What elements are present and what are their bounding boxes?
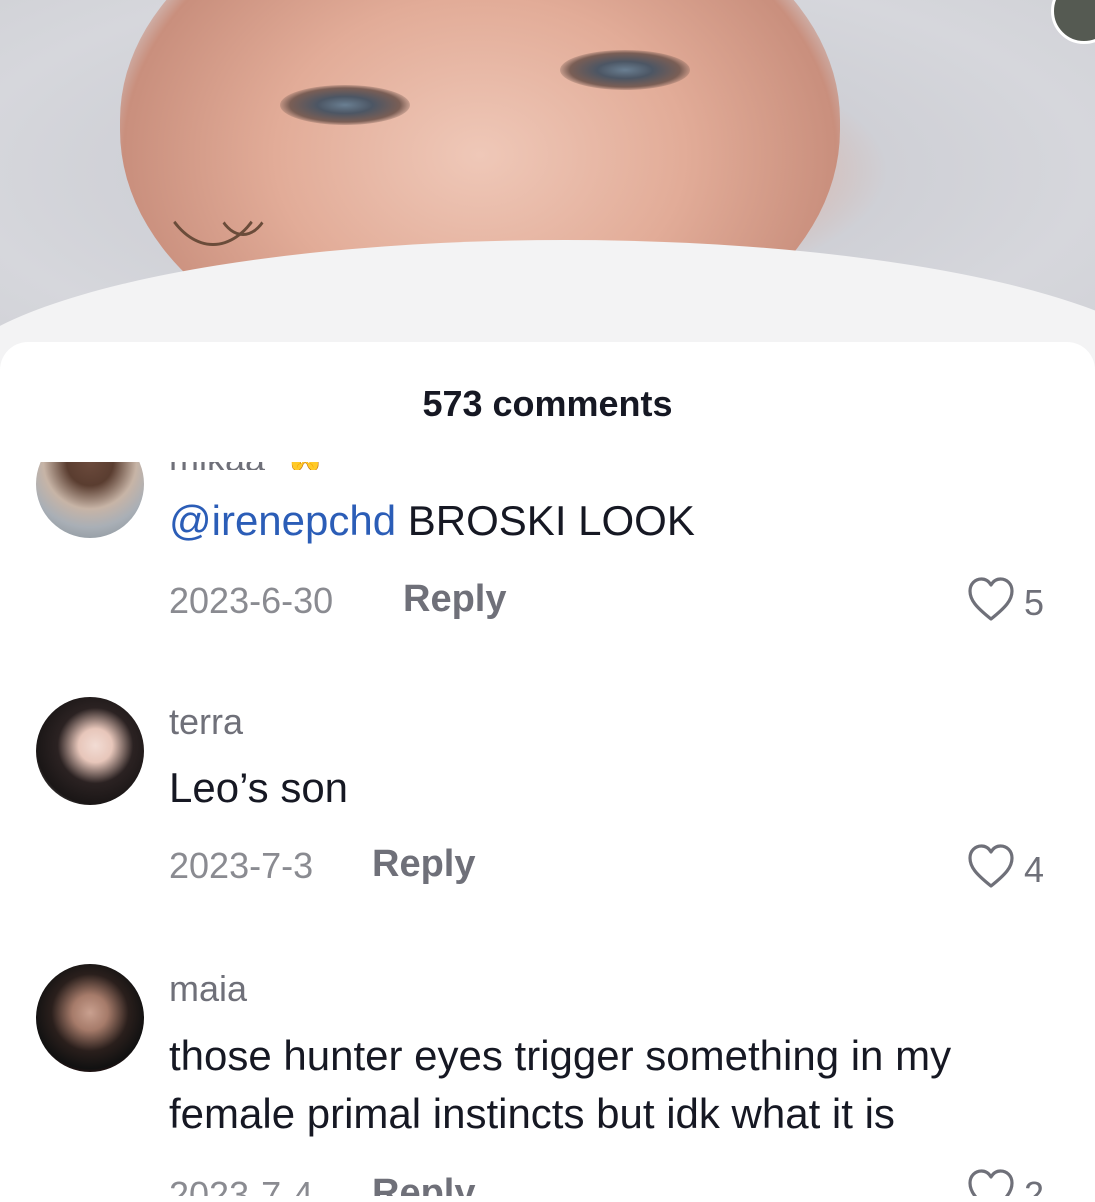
like-button[interactable]: 2	[966, 1168, 1066, 1196]
like-button[interactable]: 5	[966, 576, 1066, 624]
raised-hands-icon: 🙌	[289, 462, 321, 470]
comment-text: Leo’s son	[169, 764, 349, 811]
comment-date: 2023-7-4	[169, 1174, 314, 1196]
heart-icon	[968, 844, 1014, 888]
like-button[interactable]: 4	[966, 843, 1066, 891]
like-count: 5	[1024, 582, 1045, 623]
video-frame-eye	[280, 85, 410, 125]
comment-username[interactable]: mikaa 🙌	[169, 462, 321, 470]
avatar[interactable]	[36, 697, 144, 805]
comments-count-title: 573 comments	[422, 383, 673, 424]
avatar[interactable]	[36, 964, 144, 1072]
reply-button[interactable]: Reply	[372, 1172, 475, 1196]
comment-date: 2023-6-30	[169, 580, 334, 621]
comment-username[interactable]: maia	[169, 968, 247, 1010]
hair-detail	[210, 120, 276, 236]
heart-icon	[968, 1169, 1014, 1196]
heart-icon	[968, 577, 1014, 621]
avatar[interactable]	[36, 462, 144, 538]
comment-date: 2023-7-3	[169, 845, 314, 886]
mention-link[interactable]: @irenepchd	[169, 497, 396, 544]
comment-text: those hunter eyes trigger something in m…	[169, 1032, 952, 1137]
comment-list[interactable]: mikaa 🙌 @irenepchd BROSKI LOOK 2023-6-30…	[0, 462, 1095, 1196]
video-frame-eye	[560, 50, 690, 90]
reply-button[interactable]: Reply	[372, 843, 475, 886]
comment-text: @irenepchd BROSKI LOOK	[169, 497, 695, 544]
video-player[interactable]	[0, 0, 1095, 380]
like-count: 2	[1024, 1174, 1045, 1196]
reply-button[interactable]: Reply	[403, 578, 506, 621]
like-count: 4	[1024, 849, 1045, 890]
comment-username[interactable]: terra	[169, 701, 243, 743]
creator-avatar[interactable]	[1051, 0, 1095, 44]
